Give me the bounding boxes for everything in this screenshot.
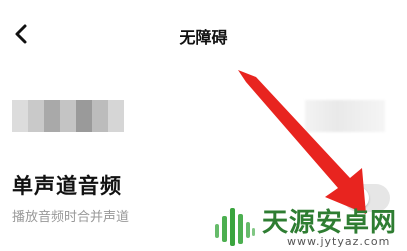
mono-audio-title: 单声道音频	[12, 174, 122, 198]
watermark-name: 天源安卓网	[262, 208, 398, 238]
blurred-setting-value	[305, 100, 385, 132]
watermark-url: www.jytyaz.com	[287, 235, 391, 248]
header-bar: 无障碍	[0, 0, 407, 70]
watermark: 天源安卓网 www.jytyaz.com	[212, 198, 407, 251]
blurred-setting-label	[12, 100, 132, 132]
mono-audio-subtitle: 播放音频时合并声道	[12, 210, 130, 225]
page-title: 无障碍	[179, 28, 228, 47]
android-logo-icon	[215, 208, 255, 246]
